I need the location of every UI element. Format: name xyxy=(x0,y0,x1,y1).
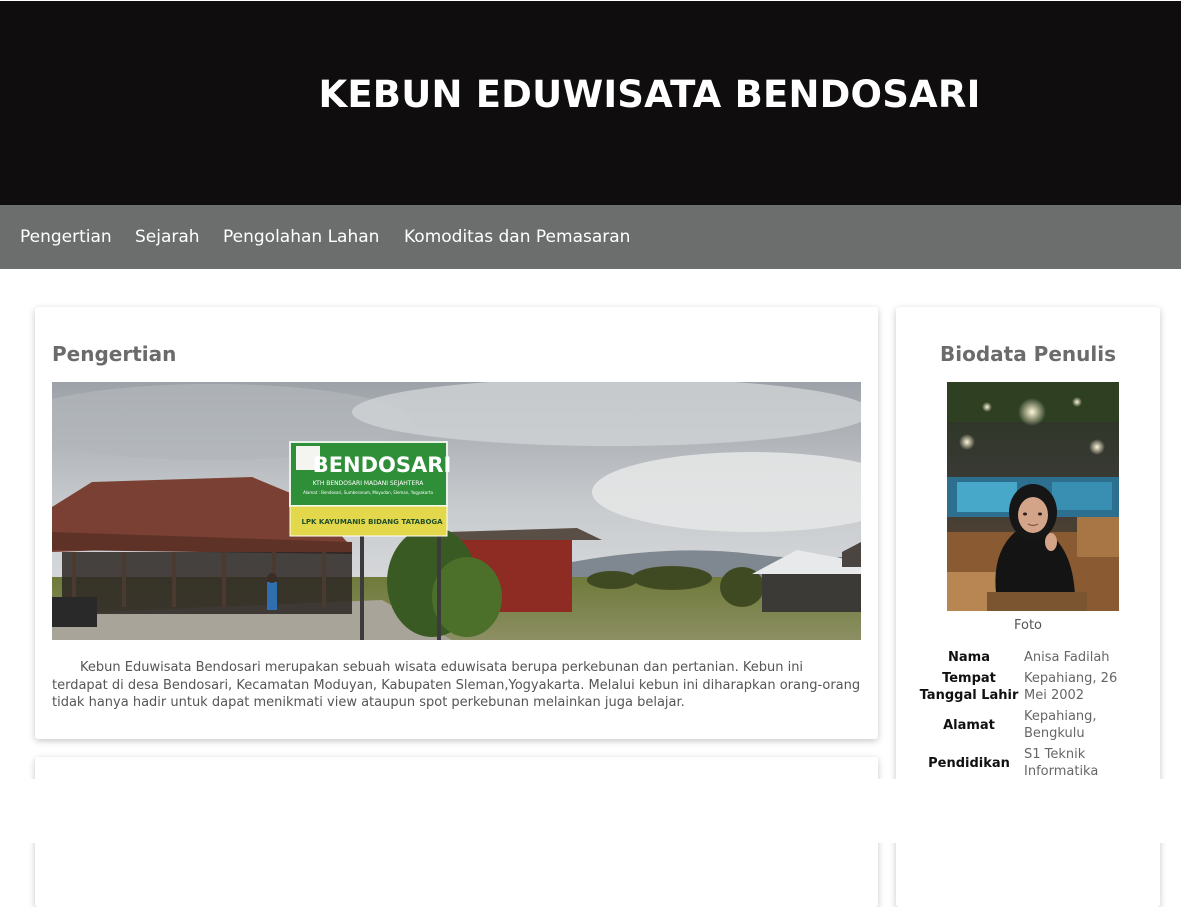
bio-title: Biodata Penulis xyxy=(940,342,1116,366)
article-photo: BENDOSARI KTH BENDOSARI MADANI SEJAHTERA… xyxy=(52,382,861,640)
article-paragraph: Kebun Eduwisata Bendosari merupakan sebu… xyxy=(52,660,861,710)
bio-value-nama: Anisa Fadilah xyxy=(1024,650,1110,665)
sign-line-1: KTH BENDOSARI MADANI SEJAHTERA xyxy=(313,480,424,487)
photo-caption: Foto xyxy=(1013,618,1043,633)
bio-label-pendidikan: Pendidikan xyxy=(928,756,1010,771)
main-navbar: Pengertian Sejarah Pengolahan Lahan Komo… xyxy=(0,205,1181,269)
main-article-card: Pengertian BENDOSARI KTH BENDOSARI MADAN… xyxy=(35,307,878,739)
nav-item-pengolahan-lahan[interactable]: Pengolahan Lahan xyxy=(223,227,379,247)
bio-label-ttl: Tempat Tanggal Lahir xyxy=(919,671,1019,703)
author-photo xyxy=(947,382,1119,611)
nav-item-sejarah[interactable]: Sejarah xyxy=(135,227,200,247)
article-title: Pengertian xyxy=(52,342,177,366)
bio-label-alamat: Alamat xyxy=(943,718,995,733)
bio-row-ttl: Tempat Tanggal Lahir Kepahiang, 26 Mei 2… xyxy=(918,670,1158,704)
bio-label-nama: Nama xyxy=(948,650,990,665)
bio-row-alamat: Alamat Kepahiang, Bengkulu xyxy=(918,708,1158,742)
site-header: KEBUN EDUWISATA BENDOSARI xyxy=(0,1,1181,205)
bio-value-pendidikan: S1 Teknik Informatika xyxy=(1024,747,1099,779)
nav-item-pengertian[interactable]: Pengertian xyxy=(20,227,112,247)
sign-line-2: Alamat : Bendosari, Sumberarum, Moyudan,… xyxy=(303,490,433,495)
bio-row-pendidikan: Pendidikan S1 Teknik Informatika xyxy=(918,746,1158,780)
sign-banner: LPK KAYUMANIS BIDANG TATABOGA xyxy=(301,518,443,526)
nav-item-komoditas-dan-pemasaran[interactable]: Komoditas dan Pemasaran xyxy=(404,227,630,247)
bio-value-alamat: Kepahiang, Bengkulu xyxy=(1024,709,1097,741)
bio-row-nama: Nama Anisa Fadilah xyxy=(918,649,1158,667)
site-title: KEBUN EDUWISATA BENDOSARI xyxy=(318,73,981,116)
sign-title: BENDOSARI xyxy=(313,453,452,477)
page-bottom-blank xyxy=(0,779,1181,843)
bio-value-ttl: Kepahiang, 26 Mei 2002 xyxy=(1024,671,1118,703)
